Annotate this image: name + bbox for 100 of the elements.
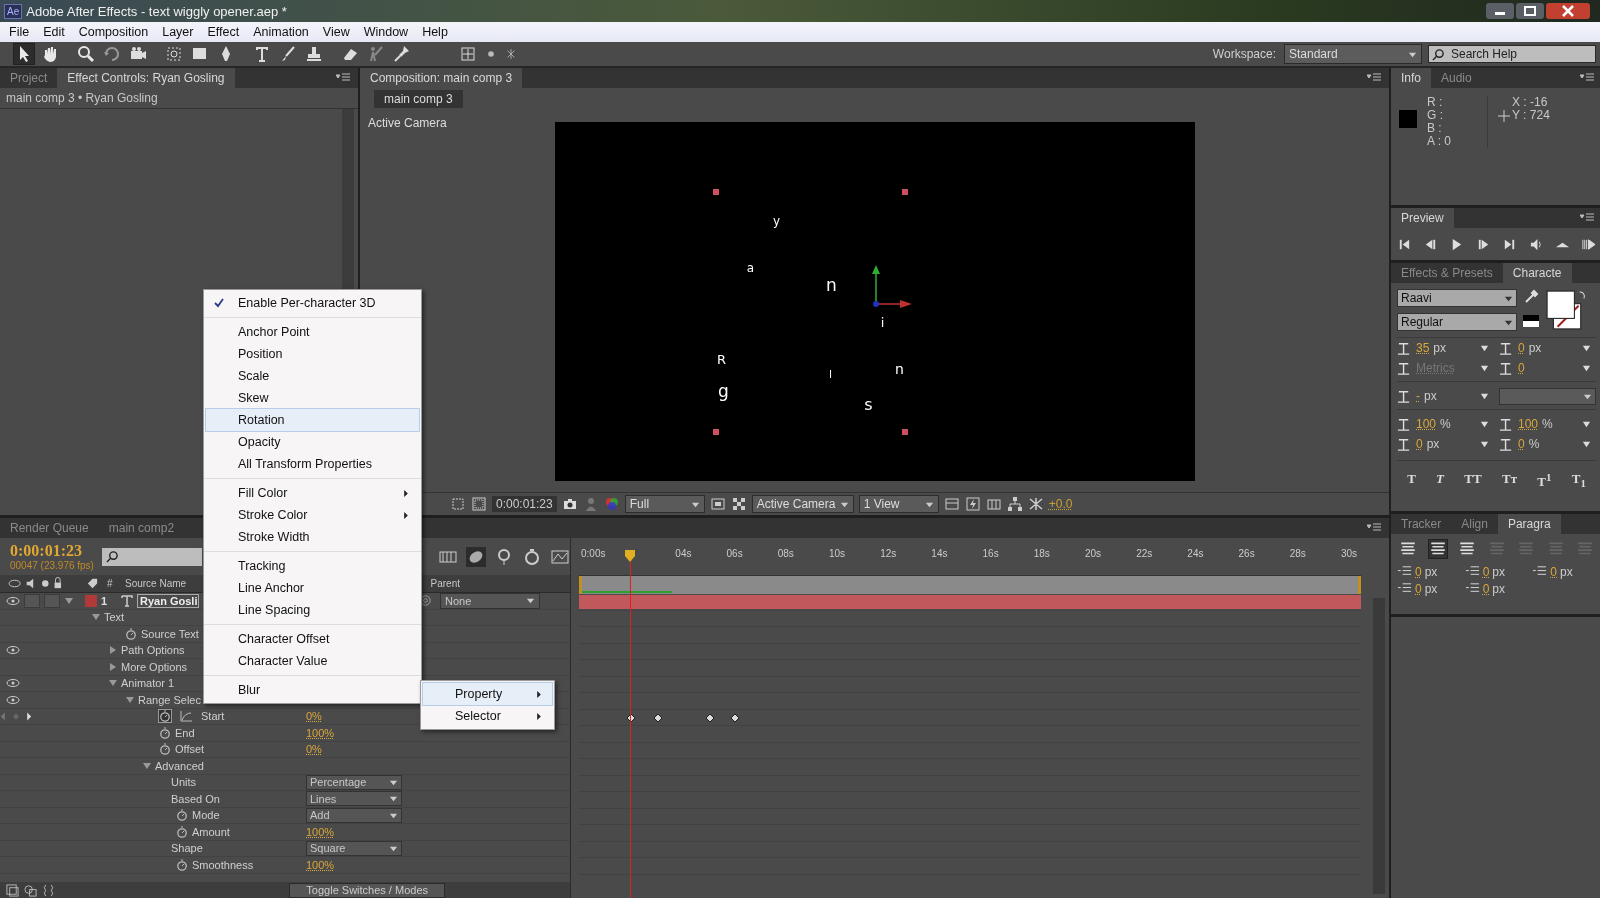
stopwatch-icon[interactable] xyxy=(159,710,171,723)
stopwatch-icon[interactable] xyxy=(176,809,188,822)
transparency-grid-icon[interactable] xyxy=(471,496,487,512)
menu-item[interactable]: Line Anchor xyxy=(206,577,419,599)
panel-tab[interactable]: main comp2 xyxy=(98,518,185,538)
draft-3d-icon[interactable] xyxy=(466,546,486,567)
maximize-button[interactable] xyxy=(1516,3,1544,19)
menu-item[interactable]: Effect xyxy=(200,25,247,39)
exposure-value[interactable]: +0.0 xyxy=(1048,497,1073,511)
panel-tab[interactable]: Preview xyxy=(1391,208,1454,228)
menu-item[interactable]: Stroke Width xyxy=(206,526,419,548)
panel-tab[interactable]: Render Queue xyxy=(0,518,99,538)
menu-item[interactable]: Rotation xyxy=(206,409,419,431)
panel-tab[interactable]: Paragra xyxy=(1497,514,1561,534)
rotate-icon[interactable] xyxy=(102,44,122,64)
default-colors-icon[interactable] xyxy=(1523,313,1539,329)
workspace-dropdown[interactable]: Standard xyxy=(1284,44,1422,64)
menu-item[interactable]: Property xyxy=(423,683,552,705)
current-time-field[interactable]: 0:00:01:23 xyxy=(492,496,557,512)
menu-item[interactable]: Fill Color xyxy=(206,482,419,504)
align-icon[interactable] xyxy=(1428,540,1447,558)
eye-icon[interactable] xyxy=(6,595,20,606)
text-style-button[interactable]: T$^{1}$ xyxy=(1537,471,1552,491)
stopwatch-icon[interactable] xyxy=(176,858,188,871)
region-icon[interactable] xyxy=(450,496,466,512)
indent-value[interactable]: 0 xyxy=(1415,581,1422,596)
menu-item[interactable]: Position xyxy=(206,343,419,365)
text-style-button[interactable]: T xyxy=(1407,471,1416,491)
stopwatch-icon[interactable] xyxy=(125,627,137,640)
twirl-icon[interactable] xyxy=(108,645,118,656)
eye-icon[interactable] xyxy=(6,678,20,689)
keyframe-icon[interactable] xyxy=(705,712,715,723)
twirl-icon[interactable] xyxy=(142,760,152,771)
switch-box[interactable] xyxy=(44,593,60,608)
pin-icon[interactable] xyxy=(392,44,412,64)
panel-menu-icon[interactable] xyxy=(336,73,350,83)
panel-tab[interactable]: Tracker xyxy=(1391,514,1452,534)
checkerboard-icon[interactable] xyxy=(730,496,747,512)
fill-stroke-color-icon[interactable] xyxy=(1545,289,1587,331)
search-help-field[interactable]: Search Help xyxy=(1428,45,1596,63)
character-value[interactable]: - xyxy=(1416,389,1420,403)
view-dropdown[interactable]: Active Camera xyxy=(751,495,854,513)
playhead[interactable] xyxy=(625,550,635,898)
character-value[interactable]: 0 xyxy=(1416,437,1423,451)
font-style-dropdown[interactable]: Regular xyxy=(1397,313,1517,331)
graph-icon[interactable] xyxy=(179,710,193,723)
menu-item[interactable]: Anchor Point xyxy=(206,321,419,343)
bounding-handle-icon[interactable] xyxy=(901,188,908,195)
menu-item[interactable]: Blur xyxy=(206,679,419,701)
text-style-button[interactable]: Tᴛ xyxy=(1502,471,1518,491)
property-value[interactable]: 0% xyxy=(306,710,322,723)
camera-snapshot-icon[interactable] xyxy=(561,496,578,512)
keyframe-icon[interactable] xyxy=(653,712,663,723)
layer-search-field[interactable] xyxy=(101,547,202,566)
font-family-dropdown[interactable]: Raavi xyxy=(1397,289,1517,307)
property-value[interactable]: 100% xyxy=(306,825,335,838)
grid-icon[interactable] xyxy=(943,496,960,512)
label-icon[interactable] xyxy=(86,577,99,590)
stopwatch-icon[interactable] xyxy=(159,743,171,756)
region-of-interest-icon[interactable] xyxy=(709,496,726,512)
world-axis-icon[interactable] xyxy=(504,47,518,61)
menu-item[interactable]: Enable Per-character 3D xyxy=(206,292,419,314)
exposure-icon[interactable] xyxy=(1027,496,1044,512)
selection-tool-icon[interactable] xyxy=(14,44,34,64)
eye-icon[interactable] xyxy=(6,694,20,705)
indent-value[interactable]: 0 xyxy=(1415,564,1422,579)
twirl-icon[interactable] xyxy=(64,595,74,606)
twirl-icon[interactable] xyxy=(125,694,135,705)
menu-item[interactable]: Composition xyxy=(71,25,156,39)
menu-item[interactable]: Selector xyxy=(423,705,552,727)
character-value[interactable]: 0 xyxy=(1518,341,1525,355)
menu-item[interactable]: Help xyxy=(415,25,455,39)
timeline-icon[interactable] xyxy=(985,496,1002,512)
stopwatch-icon[interactable] xyxy=(176,825,188,838)
current-time[interactable]: 0:00:01:23 xyxy=(10,542,94,560)
menu-item[interactable]: Scale xyxy=(206,365,419,387)
view-layout-dropdown[interactable]: 1 View xyxy=(858,495,939,513)
indent-value[interactable]: 0 xyxy=(1482,581,1490,596)
menu-item[interactable]: Character Value xyxy=(206,650,419,672)
panel-tab[interactable]: Composition: main comp 3 xyxy=(360,68,523,88)
panel-tab[interactable]: Info xyxy=(1391,68,1431,88)
minimize-button[interactable] xyxy=(1486,3,1514,19)
menu-item[interactable]: Opacity xyxy=(206,431,419,453)
toggle-switches-modes-button[interactable]: Toggle Switches / Modes xyxy=(289,882,445,898)
bounding-handle-icon[interactable] xyxy=(712,188,719,195)
fast-preview-icon[interactable] xyxy=(964,496,981,512)
panel-tab[interactable]: Project xyxy=(0,68,58,88)
color-channels-icon[interactable] xyxy=(603,496,620,512)
playhead-handle-icon[interactable] xyxy=(625,550,635,562)
text-style-button[interactable]: TT xyxy=(1464,471,1482,491)
menu-item[interactable]: Line Spacing xyxy=(206,599,419,621)
text-style-button[interactable]: T$_{1}$ xyxy=(1571,471,1586,491)
property-value[interactable]: 100% xyxy=(306,726,335,739)
layer-name[interactable]: Ryan Gosli xyxy=(137,593,199,608)
indent-value[interactable]: 0 xyxy=(1550,564,1557,579)
panel-menu-icon[interactable] xyxy=(1580,213,1594,223)
character-value[interactable]: 100 xyxy=(1518,417,1539,431)
in-out-icon[interactable] xyxy=(42,883,55,897)
text-style-button[interactable]: T xyxy=(1436,471,1445,491)
comp-flowchart-icon[interactable] xyxy=(6,883,19,897)
